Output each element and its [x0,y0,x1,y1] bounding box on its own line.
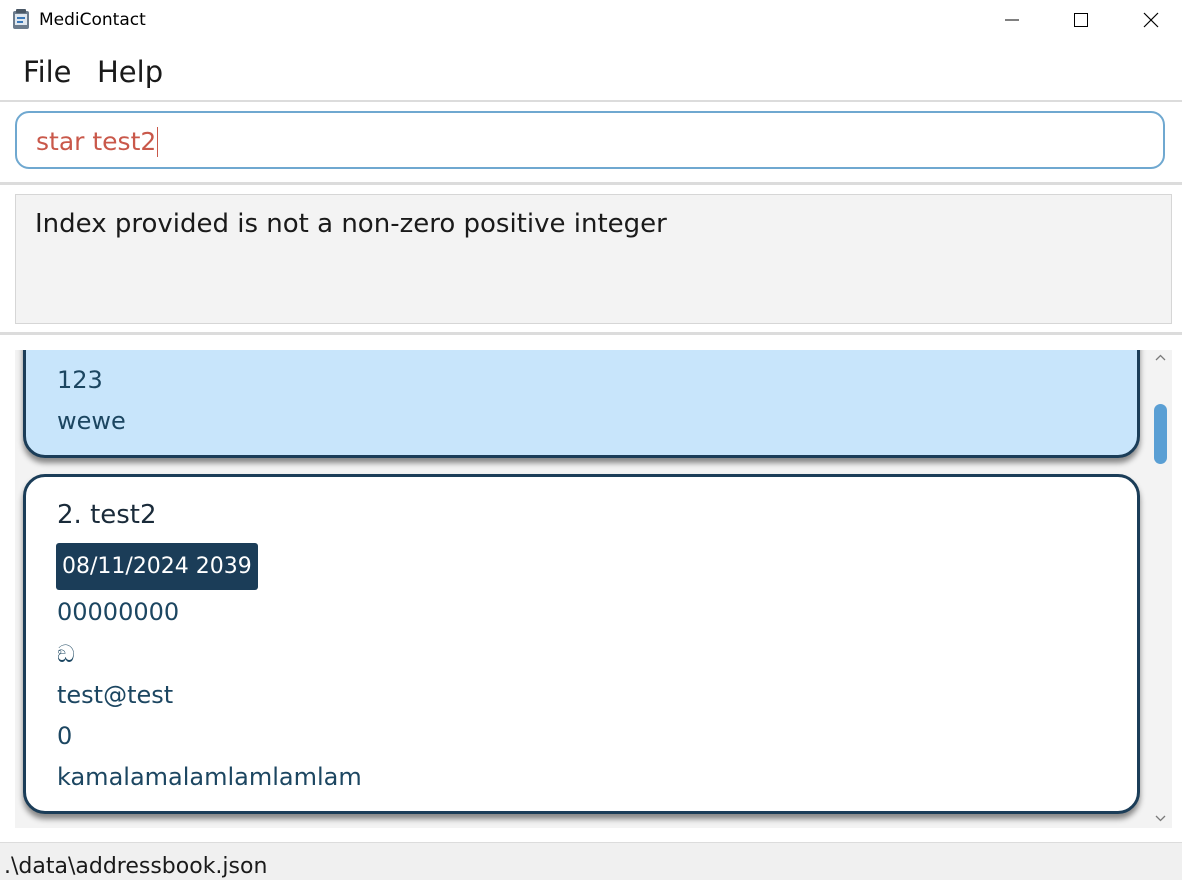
person-name: 2. test2 [57,500,157,530]
person-field: 0 [57,722,73,750]
chevron-up-icon[interactable] [1153,352,1168,364]
person-phone: 00000000 [57,598,180,626]
divider [0,182,1182,185]
chevron-down-icon[interactable] [1153,812,1168,824]
app-window: MediContact File Help star test2 Index p… [0,0,1182,880]
divider [0,332,1182,335]
list-scrollbar[interactable] [1149,350,1172,828]
person-email: test@test [57,681,174,709]
menu-file[interactable]: File [23,54,72,90]
minimize-icon [1005,19,1019,21]
text-caret [157,127,159,157]
close-button[interactable] [1116,0,1182,40]
divider [0,100,1182,102]
command-text: star test2 [36,127,159,157]
scroll-thumb[interactable] [1154,404,1167,464]
command-value: star test2 [36,127,157,156]
close-icon [1143,12,1159,28]
status-file-path: .\data\addressbook.json [4,854,268,879]
menu-bar: File Help [0,40,1182,100]
result-display: Index provided is not a non-zero positiv… [15,194,1172,324]
title-bar[interactable]: MediContact [0,0,1182,40]
command-input[interactable]: star test2 [15,111,1165,169]
person-card[interactable]: 123 wewe [23,350,1140,458]
status-bar: .\data\addressbook.json [0,842,1182,880]
maximize-icon [1074,13,1088,27]
person-list[interactable]: 123 wewe 2. test2 08/11/2024 2039 000000… [15,350,1149,828]
person-field: 123 [57,366,103,394]
person-field: wewe [57,407,126,435]
window-title: MediContact [39,10,146,30]
person-field: kamalamalamlamlamlam [57,763,362,791]
app-icon [13,9,29,29]
appointment-tag: 08/11/2024 2039 [56,543,258,590]
result-message: Index provided is not a non-zero positiv… [35,209,667,239]
maximize-button[interactable] [1046,0,1116,40]
person-field: ඞ [57,640,75,668]
menu-help[interactable]: Help [97,54,163,90]
person-card[interactable]: 2. test2 08/11/2024 2039 00000000 ඞ test… [23,474,1140,814]
minimize-button[interactable] [977,0,1047,40]
